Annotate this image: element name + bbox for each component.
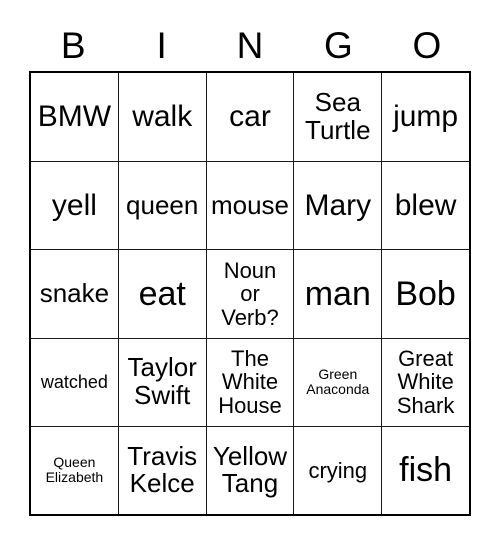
bingo-cell[interactable]: Noun or Verb? [205,249,294,338]
bingo-cell-label: walk [132,100,193,134]
bingo-cell-label: eat [138,274,186,313]
bingo-cell[interactable]: Taylor Swift [117,337,206,426]
bingo-cell[interactable]: Green Anaconda [293,337,382,426]
header-letter-b: B [60,25,86,66]
bingo-cell-label: man [304,274,371,313]
bingo-row: BMW walk car Sea Turtle jump [31,73,469,162]
bingo-cell-label: Great White Shark [396,345,455,418]
bingo-cell[interactable]: car [205,73,294,162]
bingo-cell[interactable]: The White House [205,337,294,426]
bingo-cell-label: Yellow Tang [212,440,288,499]
header-letter-o: O [412,25,442,66]
bingo-cell[interactable]: Great White Shark [381,337,469,426]
bingo-row: watched Taylor Swift The White House Green … [31,337,469,426]
bingo-cell-label: mouse [210,189,290,220]
bingo-cell[interactable]: watched [31,337,118,426]
bingo-cell[interactable]: Sea Turtle [293,73,381,162]
bingo-cell-label: Noun or Verb? [221,257,279,330]
bingo-cell-label: car [229,100,271,134]
bingo-grid: BMW walk car Sea Turtle jump yell queen mouse Ma… [29,71,471,516]
bingo-card: B I N G O BMW walk car Sea Turtle jump yell qu… [29,20,471,516]
bingo-cell[interactable]: BMW [31,73,118,161]
bingo-cell[interactable]: walk [117,73,206,162]
bingo-cell[interactable]: fish [381,425,469,514]
bingo-cell[interactable]: jump [381,73,469,162]
bingo-cell[interactable]: man [293,249,382,338]
bingo-cell[interactable]: Yellow Tang [205,425,294,514]
bingo-cell[interactable]: Mary [293,161,382,250]
bingo-cell[interactable]: crying [293,425,382,514]
bingo-cell-label: yell [51,188,97,222]
bingo-cell-label: Bob [395,274,456,313]
bingo-cell-label: jump [393,100,459,134]
header-letter-g: G [324,25,353,66]
bingo-cell-label: crying [308,457,368,483]
bingo-cell[interactable]: queen [117,161,206,250]
bingo-cell-label: Taylor Swift [127,352,197,411]
bingo-cell-label: queen [126,189,199,220]
bingo-cell-label: The White House [218,345,282,418]
bingo-cell-label: Green Anaconda [306,366,370,398]
bingo-cell[interactable]: mouse [205,161,294,250]
bingo-cell-label: blew [394,188,457,222]
bingo-cell-label: fish [399,451,453,490]
bingo-cell-label: Travis Kelce [127,440,198,499]
bingo-cell[interactable]: blew [381,161,469,250]
bingo-cell[interactable]: Travis Kelce [117,425,206,514]
bingo-row: yell queen mouse Mary blew [31,161,469,250]
bingo-cell-label: Mary [304,188,372,222]
bingo-header: B I N G O [29,20,471,71]
bingo-cell[interactable]: eat [117,249,206,338]
bingo-cell[interactable]: yell [31,161,118,249]
header-letter-i: I [156,25,167,66]
bingo-cell[interactable]: Bob [381,249,469,338]
bingo-cell[interactable]: snake [31,249,118,337]
bingo-row: snake eat Noun or Verb? man Bob [31,249,469,338]
header-letter-n: N [236,25,264,66]
bingo-cell-label: BMW [37,100,112,134]
bingo-cell-label: Sea Turtle [305,87,371,146]
bingo-cell-label: snake [39,278,110,309]
bingo-cell-label: Queen Elizabeth [45,454,104,486]
bingo-row: Queen Elizabeth Travis Kelce Yellow Tang cr… [31,425,469,514]
bingo-cell-label: watched [40,371,108,392]
bingo-cell[interactable]: Queen Elizabeth [31,425,118,514]
